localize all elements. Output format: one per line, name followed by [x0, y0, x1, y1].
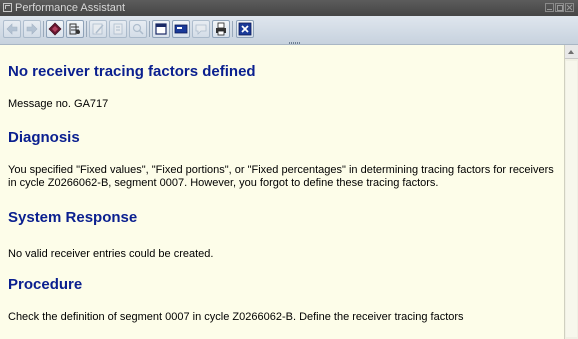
- window-icon: [155, 23, 167, 35]
- technical-info-icon: [69, 23, 80, 35]
- close-button[interactable]: [236, 20, 254, 38]
- back-arrow-icon: [6, 23, 18, 35]
- window-button[interactable]: [152, 20, 170, 38]
- title-bar: Performance Assistant: [0, 0, 578, 16]
- technical-info-button[interactable]: [66, 20, 84, 38]
- speech-button[interactable]: [192, 20, 210, 38]
- toolbar: [0, 16, 578, 45]
- maximize-icon[interactable]: [555, 3, 564, 12]
- section-text-system-response: No valid receiver entries could be creat…: [8, 248, 214, 260]
- edit-icon: [92, 23, 104, 35]
- window-icon: [3, 3, 12, 12]
- scroll-up-arrow-icon[interactable]: [565, 45, 578, 59]
- search-icon: [132, 23, 144, 35]
- toolbar-separator: [149, 21, 150, 37]
- window-title: Performance Assistant: [15, 2, 126, 14]
- print-button[interactable]: [212, 20, 230, 38]
- book-icon: [48, 22, 62, 36]
- edit-button[interactable]: [89, 20, 107, 38]
- section-heading-system-response: System Response: [8, 209, 138, 226]
- document-button[interactable]: [109, 20, 127, 38]
- close-x-icon: [238, 22, 252, 36]
- close-icon[interactable]: [565, 3, 574, 12]
- message-number: Message no. GA717: [8, 98, 109, 110]
- toolbar-grip[interactable]: [289, 42, 301, 44]
- document-icon: [113, 23, 123, 35]
- scroll-thumb[interactable]: [566, 61, 577, 337]
- keyboard-icon: [174, 24, 188, 34]
- book-button[interactable]: [46, 20, 64, 38]
- search-button[interactable]: [129, 20, 147, 38]
- section-heading-procedure: Procedure: [8, 276, 83, 293]
- toolbar-separator: [43, 21, 44, 37]
- forward-button[interactable]: [23, 20, 41, 38]
- speech-icon: [195, 24, 207, 35]
- toolbar-separator: [232, 21, 233, 37]
- section-text-diagnosis: You specified "Fixed values", "Fixed por…: [8, 164, 554, 189]
- message-title: No receiver tracing factors defined: [8, 63, 256, 80]
- forward-arrow-icon: [26, 23, 38, 35]
- back-button[interactable]: [3, 20, 21, 38]
- message-content: No receiver tracing factors defined Mess…: [0, 45, 564, 339]
- minimize-icon[interactable]: [545, 3, 554, 12]
- section-text-procedure: Check the definition of segment 0007 in …: [8, 311, 464, 323]
- toolbar-separator: [86, 21, 87, 37]
- print-icon: [216, 22, 226, 36]
- performance-assistant-window: Performance Assistant No receiver tracin…: [0, 0, 578, 339]
- section-heading-diagnosis: Diagnosis: [8, 129, 80, 146]
- vertical-scrollbar[interactable]: [564, 45, 578, 339]
- keyboard-button[interactable]: [172, 20, 190, 38]
